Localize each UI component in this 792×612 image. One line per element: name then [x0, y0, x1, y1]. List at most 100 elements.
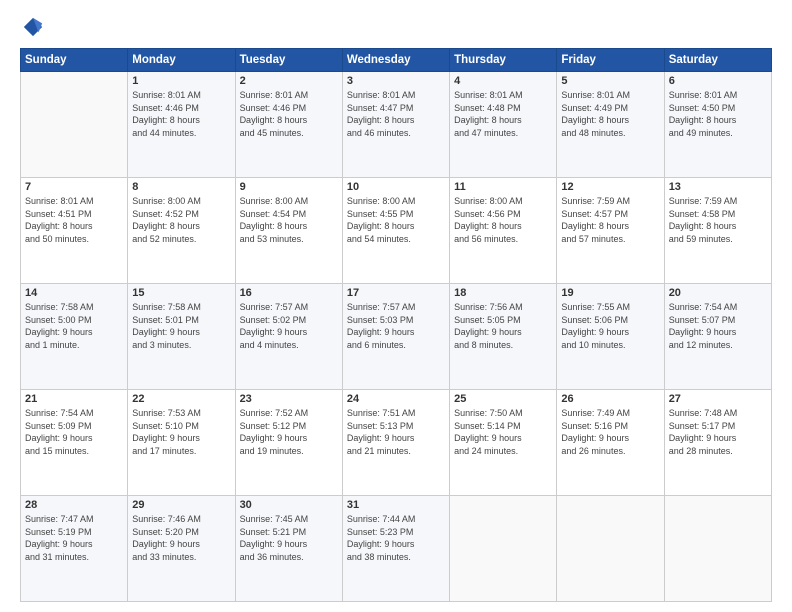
day-number: 3	[347, 75, 445, 87]
calendar-day-cell: 28 Sunrise: 7:47 AM Sunset: 5:19 PM Dayli…	[21, 496, 128, 602]
calendar-day-cell: 6 Sunrise: 8:01 AM Sunset: 4:50 PM Daylig…	[664, 72, 771, 178]
day-number: 13	[669, 181, 767, 193]
calendar-week-row: 1Sunrise: 8:01 AM Sunset: 4:46 PM Daylig…	[21, 72, 772, 178]
day-info: Sunrise: 7:56 AM Sunset: 5:05 PM Dayligh…	[454, 301, 552, 351]
calendar-day-cell: 1Sunrise: 8:01 AM Sunset: 4:46 PM Daylig…	[128, 72, 235, 178]
day-number: 11	[454, 181, 552, 193]
calendar-day-cell: 24Sunrise: 7:51 AM Sunset: 5:13 PM Dayli…	[342, 390, 449, 496]
calendar-day-cell: 10 Sunrise: 8:00 AM Sunset: 4:55 PM Dayli…	[342, 178, 449, 284]
calendar-day-cell: 17 Sunrise: 7:57 AM Sunset: 5:03 PM Dayli…	[342, 284, 449, 390]
calendar-day-cell: 23 Sunrise: 7:52 AM Sunset: 5:12 PM Dayli…	[235, 390, 342, 496]
day-number: 23	[240, 393, 338, 405]
day-number: 30	[240, 499, 338, 511]
calendar-day-cell: 2Sunrise: 8:01 AM Sunset: 4:46 PM Daylig…	[235, 72, 342, 178]
day-info: Sunrise: 7:47 AM Sunset: 5:19 PM Dayligh…	[25, 513, 123, 563]
day-info: Sunrise: 8:01 AM Sunset: 4:49 PM Dayligh…	[561, 89, 659, 139]
calendar-day-cell: 5 Sunrise: 8:01 AM Sunset: 4:49 PM Daylig…	[557, 72, 664, 178]
day-info: Sunrise: 7:58 AM Sunset: 5:00 PM Dayligh…	[25, 301, 123, 351]
calendar-day-cell: 20 Sunrise: 7:54 AM Sunset: 5:07 PM Dayli…	[664, 284, 771, 390]
day-number: 25	[454, 393, 552, 405]
day-info: Sunrise: 8:01 AM Sunset: 4:46 PM Dayligh…	[132, 89, 230, 139]
calendar-day-cell: 16 Sunrise: 7:57 AM Sunset: 5:02 PM Dayli…	[235, 284, 342, 390]
calendar-day-cell: 7Sunrise: 8:01 AM Sunset: 4:51 PM Daylig…	[21, 178, 128, 284]
day-number: 12	[561, 181, 659, 193]
calendar-week-row: 28 Sunrise: 7:47 AM Sunset: 5:19 PM Dayli…	[21, 496, 772, 602]
calendar-day-cell: 11Sunrise: 8:00 AM Sunset: 4:56 PM Dayli…	[450, 178, 557, 284]
day-info: Sunrise: 7:54 AM Sunset: 5:07 PM Dayligh…	[669, 301, 767, 351]
day-info: Sunrise: 8:01 AM Sunset: 4:47 PM Dayligh…	[347, 89, 445, 139]
day-number: 27	[669, 393, 767, 405]
day-number: 18	[454, 287, 552, 299]
day-of-week-header: Sunday	[21, 49, 128, 72]
calendar-day-cell: 27 Sunrise: 7:48 AM Sunset: 5:17 PM Dayli…	[664, 390, 771, 496]
day-number: 29	[132, 499, 230, 511]
day-of-week-header: Thursday	[450, 49, 557, 72]
day-number: 26	[561, 393, 659, 405]
day-number: 20	[669, 287, 767, 299]
day-number: 8	[132, 181, 230, 193]
day-info: Sunrise: 7:46 AM Sunset: 5:20 PM Dayligh…	[132, 513, 230, 563]
calendar-day-cell: 15 Sunrise: 7:58 AM Sunset: 5:01 PM Dayli…	[128, 284, 235, 390]
day-number: 15	[132, 287, 230, 299]
day-info: Sunrise: 8:01 AM Sunset: 4:50 PM Dayligh…	[669, 89, 767, 139]
calendar-week-row: 7Sunrise: 8:01 AM Sunset: 4:51 PM Daylig…	[21, 178, 772, 284]
calendar-day-cell: 3 Sunrise: 8:01 AM Sunset: 4:47 PM Daylig…	[342, 72, 449, 178]
calendar-day-cell	[664, 496, 771, 602]
calendar-table: SundayMondayTuesdayWednesdayThursdayFrid…	[20, 48, 772, 602]
calendar-day-cell: 4 Sunrise: 8:01 AM Sunset: 4:48 PM Daylig…	[450, 72, 557, 178]
day-number: 7	[25, 181, 123, 193]
day-info: Sunrise: 7:59 AM Sunset: 4:57 PM Dayligh…	[561, 195, 659, 245]
calendar-day-cell	[21, 72, 128, 178]
calendar-day-cell: 26 Sunrise: 7:49 AM Sunset: 5:16 PM Dayli…	[557, 390, 664, 496]
calendar-day-cell: 21Sunrise: 7:54 AM Sunset: 5:09 PM Dayli…	[21, 390, 128, 496]
calendar-day-cell: 12 Sunrise: 7:59 AM Sunset: 4:57 PM Dayli…	[557, 178, 664, 284]
day-number: 14	[25, 287, 123, 299]
day-number: 19	[561, 287, 659, 299]
calendar-week-row: 14 Sunrise: 7:58 AM Sunset: 5:00 PM Dayli…	[21, 284, 772, 390]
day-number: 22	[132, 393, 230, 405]
day-info: Sunrise: 8:00 AM Sunset: 4:52 PM Dayligh…	[132, 195, 230, 245]
calendar-day-cell: 25 Sunrise: 7:50 AM Sunset: 5:14 PM Dayli…	[450, 390, 557, 496]
day-info: Sunrise: 7:50 AM Sunset: 5:14 PM Dayligh…	[454, 407, 552, 457]
day-info: Sunrise: 7:59 AM Sunset: 4:58 PM Dayligh…	[669, 195, 767, 245]
day-number: 5	[561, 75, 659, 87]
generalblue-logo-icon	[22, 16, 44, 38]
calendar-day-cell	[450, 496, 557, 602]
calendar-header-row: SundayMondayTuesdayWednesdayThursdayFrid…	[21, 49, 772, 72]
day-number: 2	[240, 75, 338, 87]
day-number: 9	[240, 181, 338, 193]
day-number: 28	[25, 499, 123, 511]
day-number: 31	[347, 499, 445, 511]
day-info: Sunrise: 7:58 AM Sunset: 5:01 PM Dayligh…	[132, 301, 230, 351]
calendar-day-cell: 14 Sunrise: 7:58 AM Sunset: 5:00 PM Dayli…	[21, 284, 128, 390]
day-number: 17	[347, 287, 445, 299]
calendar-day-cell: 30 Sunrise: 7:45 AM Sunset: 5:21 PM Dayli…	[235, 496, 342, 602]
calendar-day-cell: 22 Sunrise: 7:53 AM Sunset: 5:10 PM Dayli…	[128, 390, 235, 496]
calendar-day-cell: 9 Sunrise: 8:00 AM Sunset: 4:54 PM Daylig…	[235, 178, 342, 284]
day-number: 6	[669, 75, 767, 87]
day-info: Sunrise: 7:49 AM Sunset: 5:16 PM Dayligh…	[561, 407, 659, 457]
day-of-week-header: Tuesday	[235, 49, 342, 72]
calendar-day-cell: 19 Sunrise: 7:55 AM Sunset: 5:06 PM Dayli…	[557, 284, 664, 390]
day-info: Sunrise: 7:57 AM Sunset: 5:02 PM Dayligh…	[240, 301, 338, 351]
day-info: Sunrise: 7:55 AM Sunset: 5:06 PM Dayligh…	[561, 301, 659, 351]
day-info: Sunrise: 8:00 AM Sunset: 4:55 PM Dayligh…	[347, 195, 445, 245]
day-info: Sunrise: 7:48 AM Sunset: 5:17 PM Dayligh…	[669, 407, 767, 457]
day-of-week-header: Monday	[128, 49, 235, 72]
day-info: Sunrise: 7:57 AM Sunset: 5:03 PM Dayligh…	[347, 301, 445, 351]
day-of-week-header: Wednesday	[342, 49, 449, 72]
day-info: Sunrise: 8:00 AM Sunset: 4:54 PM Dayligh…	[240, 195, 338, 245]
day-number: 10	[347, 181, 445, 193]
day-info: Sunrise: 7:54 AM Sunset: 5:09 PM Dayligh…	[25, 407, 123, 457]
calendar-week-row: 21Sunrise: 7:54 AM Sunset: 5:09 PM Dayli…	[21, 390, 772, 496]
day-number: 4	[454, 75, 552, 87]
calendar-day-cell: 8 Sunrise: 8:00 AM Sunset: 4:52 PM Daylig…	[128, 178, 235, 284]
day-number: 16	[240, 287, 338, 299]
day-info: Sunrise: 8:01 AM Sunset: 4:48 PM Dayligh…	[454, 89, 552, 139]
calendar-day-cell	[557, 496, 664, 602]
header	[20, 16, 772, 38]
day-info: Sunrise: 7:52 AM Sunset: 5:12 PM Dayligh…	[240, 407, 338, 457]
day-info: Sunrise: 7:53 AM Sunset: 5:10 PM Dayligh…	[132, 407, 230, 457]
day-info: Sunrise: 7:44 AM Sunset: 5:23 PM Dayligh…	[347, 513, 445, 563]
day-info: Sunrise: 7:45 AM Sunset: 5:21 PM Dayligh…	[240, 513, 338, 563]
